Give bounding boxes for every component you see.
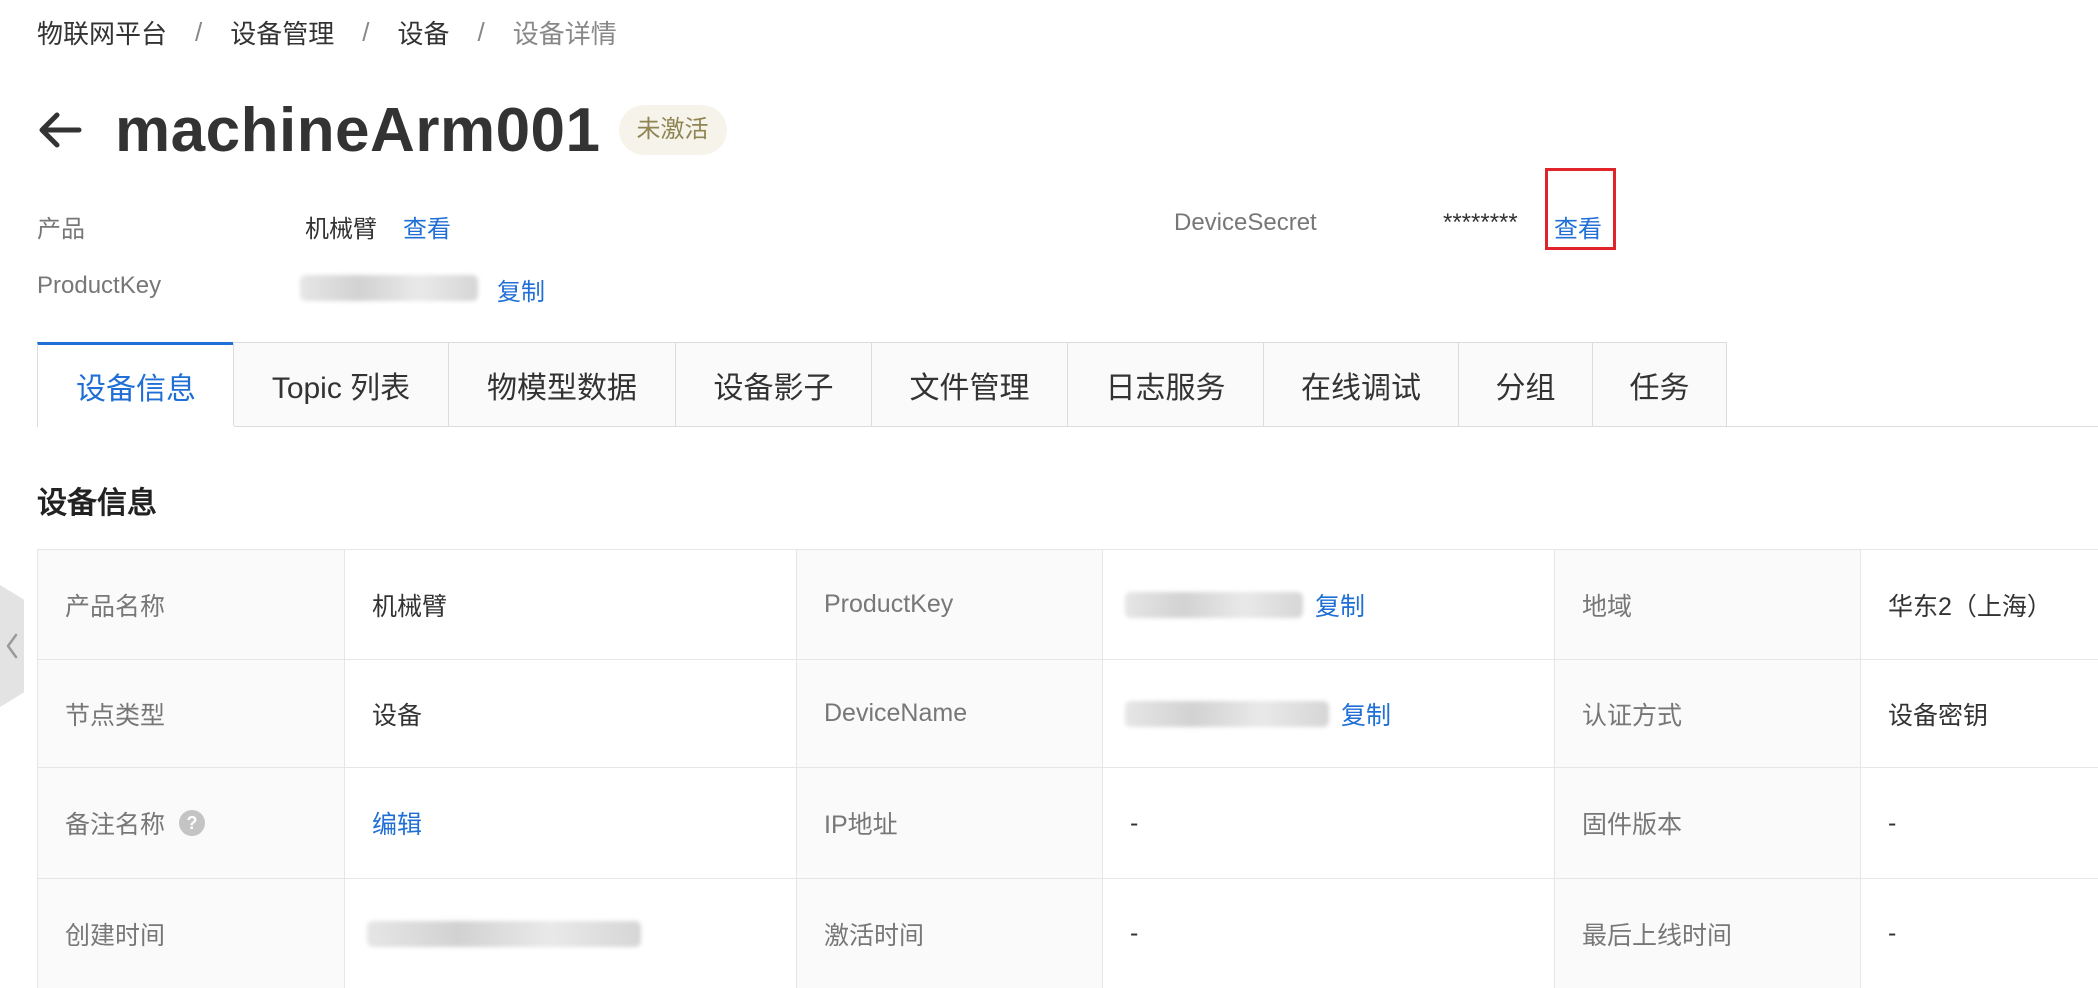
table-cell-value: 设备 [345,660,797,768]
breadcrumb-current: 设备详情 [512,18,617,49]
auth-method-value: 设备密钥 [1888,701,1989,730]
table-cell-value: 机械臂 [345,550,797,660]
devicesecret-mask: ******** [1443,209,1518,236]
node-type-label: 节点类型 [65,701,166,730]
firmware-version-value: - [1888,808,1897,837]
productkey-cell-copy-link[interactable]: 复制 [1315,587,1365,623]
table-cell-value [345,879,797,988]
table-cell-label: 备注名称 ? [38,768,345,879]
region-value: 华东2（上海） [1888,592,2052,621]
tab-online-debug[interactable]: 在线调试 [1263,342,1458,426]
last-online-time-value: - [1888,919,1897,947]
tab-thing-model-data[interactable]: 物模型数据 [448,342,675,426]
table-cell-label: 认证方式 [1555,660,1861,768]
devicename-redacted [1125,700,1329,727]
status-badge: 未激活 [618,105,727,155]
table-cell-label: ProductKey [797,550,1103,660]
ip-address-value: - [1130,808,1139,837]
table-cell-label: IP地址 [797,768,1103,879]
activated-time-value: - [1130,919,1139,947]
breadcrumb-item-device-management[interactable]: 设备管理 [230,14,334,51]
arrow-left-icon[interactable] [37,107,83,153]
remark-name-label: 备注名称 [65,811,166,839]
chevron-left-icon [6,633,18,659]
breadcrumb-separator: / [362,16,370,47]
tab-device-shadow[interactable]: 设备影子 [675,342,871,426]
product-label: 产品 [37,216,85,243]
table-cell-value: 设备密钥 [1861,660,2098,768]
sidebar-collapse-handle[interactable] [0,585,24,707]
table-cell-label: 地域 [1555,550,1861,660]
device-info-table: 产品名称 机械臂 ProductKey 复制 地域 华东2（上海） 节点类型 设… [37,549,2098,988]
node-type-value: 设备 [372,701,423,730]
ip-address-label: IP地址 [824,811,898,839]
product-value: 机械臂 [305,216,377,243]
table-cell-label: 固件版本 [1555,768,1861,879]
productkey-label: ProductKey [37,272,162,299]
product-name-label: 产品名称 [65,592,166,621]
firmware-version-label: 固件版本 [1582,811,1683,839]
devicename-label: DeviceName [824,699,968,727]
tab-group[interactable]: 分组 [1458,342,1592,426]
title-row: machineArm001 未激活 [37,95,727,165]
section-title: 设备信息 [37,487,157,520]
table-cell-value: - [1103,879,1555,988]
breadcrumb: 物联网平台 / 设备管理 / 设备 / 设备详情 [37,14,617,50]
table-cell-value: 复制 [1103,660,1555,768]
productkey-cell-redacted [1125,591,1303,618]
table-cell-label: DeviceName [797,660,1103,768]
remark-edit-link[interactable]: 编辑 [372,805,422,841]
table-cell-value: - [1103,768,1555,879]
tab-task[interactable]: 任务 [1592,342,1727,426]
highlight-box [1545,168,1616,250]
table-cell-value: 华东2（上海） [1861,550,2098,660]
region-label: 地域 [1582,592,1633,621]
product-name-value: 机械臂 [372,592,448,621]
productkey-copy-link[interactable]: 复制 [497,272,545,307]
tab-device-info[interactable]: 设备信息 [37,342,234,427]
table-cell-value: - [1861,768,2098,879]
table-cell-label: 创建时间 [38,879,345,988]
tab-file-management[interactable]: 文件管理 [871,342,1067,426]
productkey-redacted [300,275,478,301]
productkey-cell-label: ProductKey [824,590,954,618]
tab-topic-list[interactable]: Topic 列表 [233,342,448,426]
table-cell-label: 产品名称 [38,550,345,660]
table-cell-label: 节点类型 [38,660,345,768]
breadcrumb-separator: / [477,16,485,47]
question-icon[interactable]: ? [179,810,206,836]
devicename-copy-link[interactable]: 复制 [1341,696,1391,732]
activated-time-label: 激活时间 [824,921,925,950]
created-time-redacted [367,920,641,947]
tab-log-service[interactable]: 日志服务 [1067,342,1263,426]
table-cell-value: 复制 [1103,550,1555,660]
product-view-link[interactable]: 查看 [403,209,451,244]
auth-method-label: 认证方式 [1582,701,1683,730]
table-cell-label: 激活时间 [797,879,1103,988]
page-title: machineArm001 [115,95,601,165]
table-cell-label: 最后上线时间 [1555,879,1861,988]
breadcrumb-item-iot-platform[interactable]: 物联网平台 [37,14,167,51]
table-cell-value: 编辑 [345,768,797,879]
devicesecret-label: DeviceSecret [1174,209,1317,236]
created-time-label: 创建时间 [65,921,166,950]
breadcrumb-separator: / [195,16,203,47]
tab-bar: 设备信息 Topic 列表 物模型数据 设备影子 文件管理 日志服务 在线调试 … [37,342,2098,427]
table-cell-value: - [1861,879,2098,988]
last-online-time-label: 最后上线时间 [1582,921,1733,950]
breadcrumb-item-devices[interactable]: 设备 [398,14,450,51]
